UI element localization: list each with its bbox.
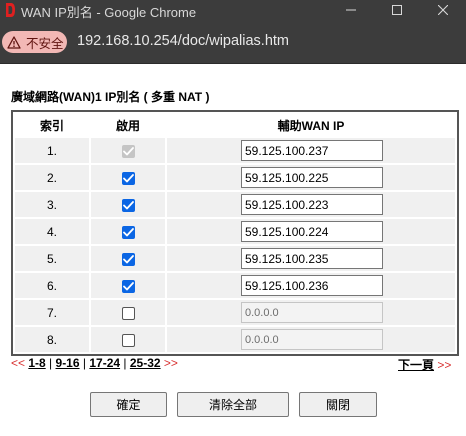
row-index: 8. — [15, 327, 89, 352]
warning-icon — [7, 35, 21, 49]
row-enable-cell — [91, 138, 165, 163]
table-row: 7. — [15, 300, 455, 325]
enable-checkbox[interactable] — [121, 252, 135, 266]
wan-ip-input[interactable] — [241, 140, 383, 161]
page-link-9-16[interactable]: 9-16 — [56, 356, 80, 370]
pager-prev-arrow: << — [11, 356, 26, 370]
row-index: 7. — [15, 300, 89, 325]
security-chip[interactable]: 不安全 — [2, 31, 67, 53]
next-page-arrow: >> — [437, 358, 452, 372]
ip-field-wrapper — [167, 327, 455, 352]
row-ip-cell — [167, 192, 455, 217]
row-ip-cell — [167, 327, 455, 352]
wan-ip-input[interactable] — [241, 167, 383, 188]
draytek-logo-icon — [6, 3, 15, 17]
ok-button[interactable]: 確定 — [90, 392, 167, 417]
ip-field-wrapper — [167, 246, 455, 271]
checkmark-icon — [122, 200, 134, 210]
table-row: 6. — [15, 273, 455, 298]
row-ip-cell — [167, 300, 455, 325]
table-row: 1. — [15, 138, 455, 163]
row-index: 2. — [15, 165, 89, 190]
ip-field-wrapper — [167, 165, 455, 190]
pager-separator: | — [123, 356, 127, 370]
ip-field-wrapper — [167, 219, 455, 244]
row-ip-cell — [167, 138, 455, 163]
maximize-icon — [392, 5, 402, 15]
ip-field-wrapper — [167, 192, 455, 217]
checkmark-icon — [122, 173, 134, 183]
pager-separator: | — [49, 356, 53, 370]
row-enable-cell — [91, 246, 165, 271]
row-index: 5. — [15, 246, 89, 271]
row-index: 4. — [15, 219, 89, 244]
minimize-button[interactable] — [328, 0, 374, 20]
enable-checkbox[interactable] — [121, 306, 135, 320]
ip-field-wrapper — [167, 138, 455, 163]
ip-alias-table: 索引 啟用 輔助WAN IP 1.2.3.4.5.6.7.8. — [11, 110, 459, 356]
wan-ip-input — [241, 302, 383, 323]
pager-separator: | — [82, 356, 87, 370]
table-row: 4. — [15, 219, 455, 244]
clear-all-button[interactable]: 清除全部 — [177, 392, 289, 417]
ip-field-wrapper — [167, 300, 455, 325]
enable-checkbox — [121, 144, 135, 158]
table-row: 5. — [15, 246, 455, 271]
checkmark-icon — [122, 281, 134, 291]
checkmark-icon — [122, 227, 134, 237]
row-ip-cell — [167, 219, 455, 244]
row-enable-cell — [91, 219, 165, 244]
page-link-1-8[interactable]: 1-8 — [28, 356, 45, 370]
row-enable-cell — [91, 327, 165, 352]
row-enable-cell — [91, 192, 165, 217]
security-label: 不安全 — [26, 36, 64, 51]
close-icon — [438, 5, 448, 15]
table-row: 3. — [15, 192, 455, 217]
checkmark-icon — [122, 146, 134, 156]
checkmark-icon — [122, 254, 134, 264]
title-bar: WAN IP別名 - Google Chrome — [0, 0, 466, 20]
row-ip-cell — [167, 273, 455, 298]
ip-field-wrapper — [167, 273, 455, 298]
page-link-25-32[interactable]: 25-32 — [130, 356, 161, 370]
table-row: 2. — [15, 165, 455, 190]
wan-ip-input[interactable] — [241, 194, 383, 215]
row-enable-cell — [91, 300, 165, 325]
column-header-index: 索引 — [15, 114, 89, 136]
table-header-row: 索引 啟用 輔助WAN IP — [15, 114, 455, 136]
column-header-enable: 啟用 — [91, 114, 165, 136]
close-button[interactable]: 關閉 — [299, 392, 377, 417]
row-enable-cell — [91, 273, 165, 298]
enable-checkbox[interactable] — [121, 171, 135, 185]
close-window-button[interactable] — [420, 0, 466, 20]
table-row: 8. — [15, 327, 455, 352]
row-ip-cell — [167, 246, 455, 271]
enable-checkbox[interactable] — [121, 225, 135, 239]
wan-ip-input[interactable] — [241, 221, 383, 242]
row-index: 6. — [15, 273, 89, 298]
enable-checkbox[interactable] — [121, 333, 135, 347]
next-page: 下一頁 >> — [398, 356, 451, 373]
row-ip-cell — [167, 165, 455, 190]
column-header-ip: 輔助WAN IP — [167, 114, 455, 136]
window-title: WAN IP別名 - Google Chrome — [21, 5, 197, 20]
address-bar: 不安全 192.168.10.254/doc/wipalias.htm — [0, 20, 466, 64]
pager-next-arrow: >> — [163, 356, 178, 370]
wan-ip-input[interactable] — [241, 248, 383, 269]
enable-checkbox[interactable] — [121, 279, 135, 293]
row-enable-cell — [91, 165, 165, 190]
url-text[interactable]: 192.168.10.254/doc/wipalias.htm — [77, 33, 289, 49]
wan-ip-input — [241, 329, 383, 350]
page-link-17-24[interactable]: 17-24 — [89, 356, 120, 370]
maximize-button[interactable] — [374, 0, 420, 20]
wan-ip-input[interactable] — [241, 275, 383, 296]
minimize-icon — [346, 9, 356, 11]
page-title: 廣域網路(WAN)1 IP別名 ( 多重 NAT ) — [11, 90, 210, 104]
enable-checkbox[interactable] — [121, 198, 135, 212]
row-index: 3. — [15, 192, 89, 217]
next-page-link[interactable]: 下一頁 — [398, 358, 434, 372]
row-index: 1. — [15, 138, 89, 163]
pagination: << 1-8 | 9-16 | 17-24 | 25-32 >> — [11, 356, 178, 370]
